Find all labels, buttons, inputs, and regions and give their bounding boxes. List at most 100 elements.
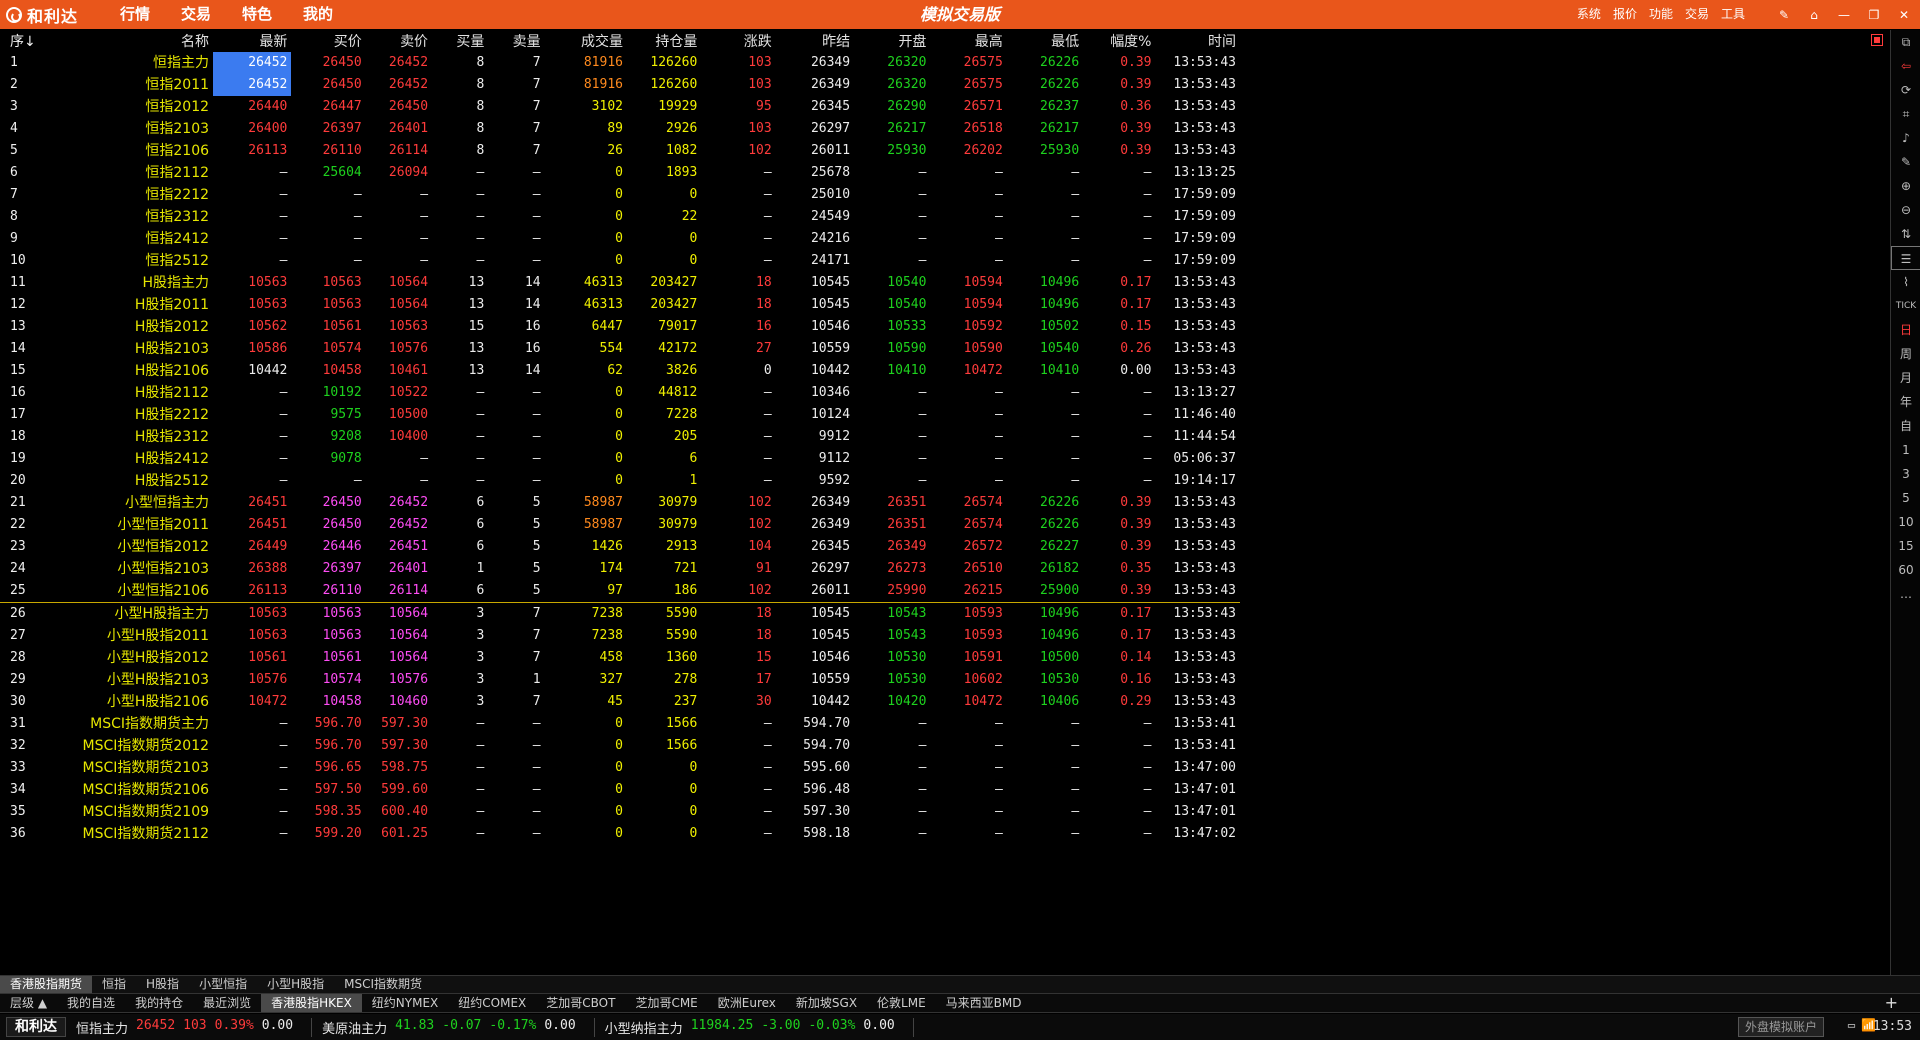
table-row[interactable]: 30 小型H股指2106 10472 10458 10460 3 7 45 237 30 10442… xyxy=(0,691,1240,713)
table-row[interactable]: 27 小型H股指2011 10563 10563 10564 3 7 7238 5590 18 10… xyxy=(0,625,1240,647)
table-row[interactable]: 21 小型恒指主力 26451 26450 26452 6 5 58987 30979 102 26… xyxy=(0,492,1240,514)
period-button[interactable]: 周 xyxy=(1891,342,1920,366)
header-volume[interactable]: 成交量 xyxy=(545,30,627,52)
header-ask[interactable]: 卖价 xyxy=(366,30,432,52)
table-row[interactable]: 5 恒指2106 26113 26110 26114 8 7 26 1082 102 26011 25… xyxy=(0,140,1240,162)
table-row[interactable]: 25 小型恒指2106 26113 26110 26114 6 5 97 186 102 26011… xyxy=(0,580,1240,603)
account-badge[interactable]: 外盘模拟账户 xyxy=(1737,1017,1824,1037)
header-seq[interactable]: 序↓ xyxy=(0,30,44,52)
ticker-item[interactable]: 小型纳指主力 11984.25 -3.00 -0.03% 0.00 xyxy=(605,1017,914,1037)
table-row[interactable]: 32 MSCI指数期货2012 – 596.70 597.30 – – 0 1566 – 594.7… xyxy=(0,735,1240,757)
table-row[interactable]: 36 MSCI指数期货2112 – 599.20 601.25 – – 0 0 – 598.18 – –… xyxy=(0,823,1240,845)
shirt-icon[interactable]: ⌂ xyxy=(1804,5,1824,25)
list-icon[interactable]: ☰ xyxy=(1891,246,1920,270)
period-button[interactable]: 月 xyxy=(1891,366,1920,390)
table-row[interactable]: 35 MSCI指数期货2109 – 598.35 600.40 – – 0 0 – 597.30 – –… xyxy=(0,801,1240,823)
window-icon[interactable]: ⧉ xyxy=(1891,30,1920,54)
pencil-icon[interactable]: ✎ xyxy=(1891,150,1920,174)
table-row[interactable]: 22 小型恒指2011 26451 26450 26452 6 5 58987 30979 102… xyxy=(0,514,1240,536)
edit-icon[interactable]: ✎ xyxy=(1774,5,1794,25)
table-row[interactable]: 6 恒指2112 – 25604 26094 – – 0 1893 – 25678 – – – – 13:13… xyxy=(0,162,1240,184)
period-button[interactable]: 年 xyxy=(1891,390,1920,414)
market-tab[interactable]: 纽约NYMEX xyxy=(362,994,448,1012)
market-tab[interactable]: 新加坡SGX xyxy=(786,994,867,1012)
period-button[interactable]: … xyxy=(1891,582,1920,606)
market-tab[interactable]: 纽约COMEX xyxy=(448,994,536,1012)
market-tab[interactable]: 层级 ▲ xyxy=(0,994,57,1012)
header-ask-vol[interactable]: 卖量 xyxy=(488,30,544,52)
period-button[interactable]: 5 xyxy=(1891,486,1920,510)
period-button[interactable]: 3 xyxy=(1891,462,1920,486)
category-tab[interactable]: 小型H股指 xyxy=(257,976,334,993)
market-tab[interactable]: 最近浏览 xyxy=(193,994,261,1012)
add-tab-icon[interactable]: + xyxy=(1885,994,1898,1012)
chart-icon[interactable]: ⌇ xyxy=(1891,270,1920,294)
market-tab[interactable]: 香港股指HKEX xyxy=(261,994,362,1012)
market-tab[interactable]: 伦敦LME xyxy=(867,994,936,1012)
table-row[interactable]: 9 恒指2412 – – – – – 0 0 – 24216 – – – – 17:59:09 xyxy=(0,228,1240,250)
zoom-in-icon[interactable]: ⊕ xyxy=(1891,174,1920,198)
market-tab[interactable]: 马来西亚BMD xyxy=(936,994,1032,1012)
table-row[interactable]: 19 H股指2412 – 9078 – – – 0 6 – 9112 – – – – 05:06:37 xyxy=(0,448,1240,470)
table-row[interactable]: 4 恒指2103 26400 26397 26401 8 7 89 2926 103 26297 26… xyxy=(0,118,1240,140)
header-change-pct[interactable]: 幅度% xyxy=(1083,30,1155,52)
category-tab[interactable]: 香港股指期货 xyxy=(0,976,93,993)
table-row[interactable]: 13 H股指2012 10562 10561 10563 15 16 6447 79017 16 1… xyxy=(0,316,1240,338)
header-open-interest[interactable]: 持仓量 xyxy=(627,30,701,52)
table-row[interactable]: 20 H股指2512 – – – – – 0 1 – 9592 – – – – 19:14:17 xyxy=(0,470,1240,492)
category-tab[interactable]: 恒指 xyxy=(92,976,136,993)
status-logo[interactable]: 和利达 xyxy=(6,1017,66,1037)
header-low[interactable]: 最低 xyxy=(1007,30,1083,52)
table-row[interactable]: 2 恒指2011 26452 26450 26452 8 7 81916 126260 103 26… xyxy=(0,74,1240,96)
menu-trading[interactable]: 交易 xyxy=(1685,0,1709,29)
minimize-icon[interactable]: — xyxy=(1834,5,1854,25)
table-row[interactable]: 10 恒指2512 – – – – – 0 0 – 24171 – – – – 17:59:09 xyxy=(0,250,1240,272)
category-tab[interactable]: H股指 xyxy=(136,976,189,993)
header-high[interactable]: 最高 xyxy=(930,30,1006,52)
crop-icon[interactable]: ⌗ xyxy=(1891,102,1920,126)
zoom-out-icon[interactable]: ⊖ xyxy=(1891,198,1920,222)
period-button[interactable]: 15 xyxy=(1891,534,1920,558)
table-row[interactable]: 14 H股指2103 10586 10574 10576 13 16 554 42172 27 10… xyxy=(0,338,1240,360)
refresh-icon[interactable]: ⟳ xyxy=(1891,78,1920,102)
header-time[interactable]: 时间 xyxy=(1156,30,1241,52)
table-row[interactable]: 15 H股指2106 10442 10458 10461 13 14 62 3826 0 10442… xyxy=(0,360,1240,382)
menu-function[interactable]: 功能 xyxy=(1649,0,1673,29)
table-row[interactable]: 8 恒指2312 – – – – – 0 22 – 24549 – – – – 17:59:09 xyxy=(0,206,1240,228)
table-row[interactable]: 3 恒指2012 26440 26447 26450 8 7 3102 19929 95 26345… xyxy=(0,96,1240,118)
period-button[interactable]: TICK xyxy=(1891,294,1920,318)
table-row[interactable]: 33 MSCI指数期货2103 – 596.65 598.75 – – 0 0 – 595.60 – –… xyxy=(0,757,1240,779)
category-tab[interactable]: MSCI指数期货 xyxy=(334,976,432,993)
menu-system[interactable]: 系统 xyxy=(1577,0,1601,29)
sort-icon[interactable]: ⇅ xyxy=(1891,222,1920,246)
table-row[interactable]: 34 MSCI指数期货2106 – 597.50 599.60 – – 0 0 – 596.48 – –… xyxy=(0,779,1240,801)
header-bid[interactable]: 买价 xyxy=(291,30,365,52)
table-row[interactable]: 12 H股指2011 10563 10563 10564 13 14 46313 203427 1… xyxy=(0,294,1240,316)
menu-quote[interactable]: 报价 xyxy=(1613,0,1637,29)
market-tab[interactable]: 芝加哥CME xyxy=(625,994,707,1012)
period-button[interactable]: 1 xyxy=(1891,438,1920,462)
category-tab[interactable]: 小型恒指 xyxy=(189,976,257,993)
ticker-item[interactable]: 恒指主力 26452 103 0.39% 0.00 xyxy=(76,1017,313,1037)
market-tab[interactable]: 我的自选 xyxy=(57,994,125,1012)
table-row[interactable]: 11 H股指主力 10563 10563 10564 13 14 46313 203427 18 1… xyxy=(0,272,1240,294)
period-button[interactable]: 60 xyxy=(1891,558,1920,582)
table-row[interactable]: 16 H股指2112 – 10192 10522 – – 0 44812 – 10346 – – – – 13… xyxy=(0,382,1240,404)
menu-trade[interactable]: 交易 xyxy=(181,0,211,29)
market-tab[interactable]: 芝加哥CBOT xyxy=(536,994,625,1012)
menu-mine[interactable]: 我的 xyxy=(303,0,333,29)
menu-tools[interactable]: 工具 xyxy=(1721,0,1745,29)
header-last[interactable]: 最新 xyxy=(213,30,291,52)
table-row[interactable]: 1 恒指主力 26452 26450 26452 8 7 81916 126260 103 2634… xyxy=(0,52,1240,74)
close-icon[interactable]: ✕ xyxy=(1894,5,1914,25)
table-row[interactable]: 28 小型H股指2012 10561 10561 10564 3 7 458 1360 15 105… xyxy=(0,647,1240,669)
menu-features[interactable]: 特色 xyxy=(242,0,272,29)
header-bid-vol[interactable]: 买量 xyxy=(432,30,488,52)
ticker-item[interactable]: 美原油主力 41.83 -0.07 -0.17% 0.00 xyxy=(322,1017,595,1037)
table-row[interactable]: 31 MSCI指数期货主力 – 596.70 597.30 – – 0 1566 – 594.70 –… xyxy=(0,713,1240,735)
restore-icon[interactable]: ❐ xyxy=(1864,5,1884,25)
header-name[interactable]: 名称 xyxy=(44,30,213,52)
table-row[interactable]: 18 H股指2312 – 9208 10400 – – 0 205 – 9912 – – – – 11:44:… xyxy=(0,426,1240,448)
period-button[interactable]: 日 xyxy=(1891,318,1920,342)
header-open[interactable]: 开盘 xyxy=(854,30,930,52)
